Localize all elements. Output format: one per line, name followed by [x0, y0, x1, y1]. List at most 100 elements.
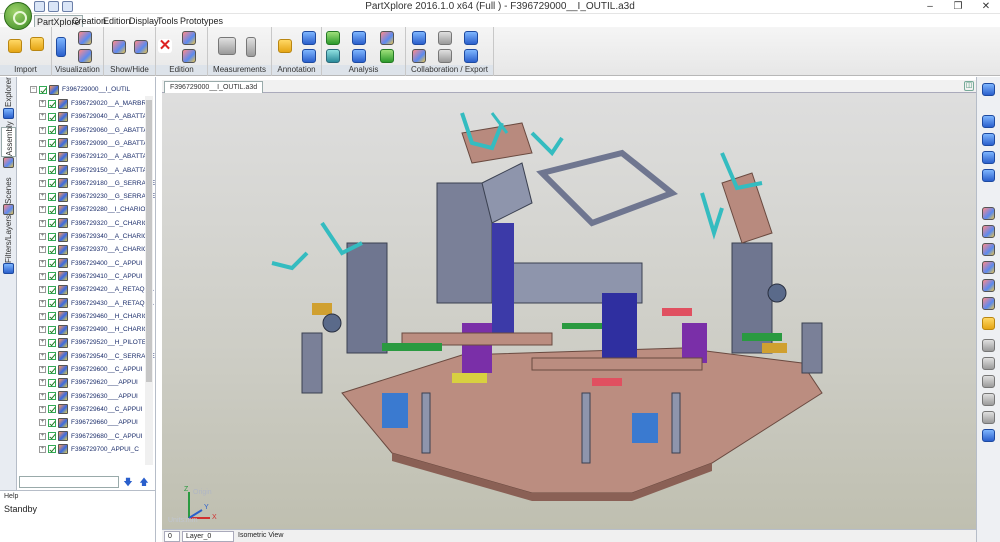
visibility-checkbox[interactable] [48, 272, 56, 281]
expand-icon[interactable]: + [39, 179, 46, 187]
expand-icon[interactable]: + [39, 233, 46, 240]
expand-icon[interactable]: + [39, 339, 46, 347]
bottom-view-icon[interactable] [982, 297, 995, 310]
close-button[interactable]: ✕ [972, 0, 1000, 14]
front-view-icon[interactable] [982, 225, 995, 238]
single-viewport-icon[interactable] [982, 339, 995, 352]
measure-angle-icon[interactable] [246, 37, 256, 57]
analysis-section-icon[interactable] [352, 31, 366, 45]
delete-icon[interactable]: ✕ [158, 38, 172, 53]
expand-icon[interactable]: + [39, 126, 46, 134]
maximize-button[interactable]: ❐ [944, 0, 972, 14]
tab-scenes[interactable]: Scenes [1, 177, 16, 204]
expand-icon[interactable]: + [39, 392, 46, 400]
expand-icon[interactable]: + [39, 139, 46, 147]
visibility-checkbox[interactable] [48, 219, 56, 228]
visibility-checkbox[interactable] [48, 365, 56, 374]
save-as-icon[interactable] [464, 31, 478, 45]
render-mode-icon[interactable] [56, 37, 66, 57]
3d-viewport[interactable]: Origin Z Y X Units:mm [162, 93, 976, 529]
expand-icon[interactable]: + [39, 166, 46, 174]
visibility-checkbox[interactable] [48, 352, 56, 361]
document-options-icon[interactable]: ◫ [964, 81, 974, 91]
visibility-checkbox[interactable] [48, 166, 56, 174]
visibility-checkbox[interactable] [48, 112, 56, 121]
visibility-checkbox[interactable] [48, 312, 56, 321]
tree-scrollbar[interactable] [145, 96, 153, 465]
publish-icon[interactable] [412, 49, 426, 63]
annotation-icon[interactable] [278, 39, 292, 53]
scrollbar-thumb[interactable] [146, 100, 152, 382]
visibility-checkbox[interactable] [48, 259, 56, 268]
expand-icon[interactable]: + [39, 379, 46, 387]
zoom-all-icon[interactable] [982, 429, 995, 442]
four-viewports-icon[interactable] [982, 393, 995, 406]
visibility-checkbox[interactable] [48, 418, 56, 427]
visibility-checkbox[interactable] [48, 299, 56, 307]
transform-icon[interactable] [182, 31, 196, 45]
zoom-out-icon[interactable] [982, 133, 995, 146]
expand-icon[interactable]: + [39, 445, 46, 453]
tab-explorer[interactable]: Explorer [1, 77, 16, 107]
export-icon[interactable] [412, 31, 426, 45]
move-part-icon[interactable] [182, 49, 196, 63]
visibility-checkbox[interactable] [48, 432, 56, 440]
expand-icon[interactable]: + [39, 153, 46, 161]
visibility-checkbox[interactable] [48, 205, 56, 214]
display-cube-icon[interactable] [78, 31, 92, 45]
top-view-icon[interactable] [982, 243, 995, 256]
app-logo-icon[interactable] [4, 2, 32, 30]
assembly-model-render[interactable] [162, 93, 976, 529]
expand-icon[interactable]: + [39, 206, 46, 214]
visibility-checkbox[interactable] [48, 126, 56, 135]
analysis-draft-icon[interactable] [352, 49, 366, 63]
hide-part-icon[interactable] [134, 40, 148, 54]
tab-prototypes[interactable]: Prototypes [178, 15, 225, 27]
zoom-in-icon[interactable] [982, 115, 995, 128]
expand-icon[interactable]: + [39, 405, 46, 413]
visibility-checkbox[interactable] [48, 192, 56, 201]
visibility-checkbox[interactable] [48, 152, 56, 161]
text-note-icon[interactable] [302, 49, 316, 63]
visibility-checkbox[interactable] [48, 99, 56, 108]
measure-distance-icon[interactable] [218, 37, 236, 55]
visibility-checkbox[interactable] [48, 232, 56, 241]
visibility-checkbox[interactable] [48, 405, 56, 414]
analysis-properties-icon[interactable] [380, 31, 394, 45]
document-tab[interactable]: F396729000__I_OUTIL.a3d [164, 81, 264, 93]
visibility-checkbox[interactable] [48, 445, 56, 454]
expand-icon[interactable]: + [39, 246, 46, 254]
open-file-icon[interactable] [8, 39, 22, 53]
visibility-checkbox[interactable] [48, 245, 56, 254]
expand-icon[interactable]: + [39, 193, 46, 201]
expand-icon[interactable]: + [39, 299, 46, 307]
visibility-checkbox[interactable] [48, 378, 56, 387]
layer-select[interactable]: Layer_0 [182, 531, 234, 542]
visibility-checkbox[interactable] [48, 325, 56, 334]
analysis-thickness-icon[interactable] [326, 49, 340, 63]
fit-view-icon[interactable] [982, 83, 995, 96]
tab-filters-layers[interactable]: Filters/Layers [1, 215, 16, 263]
expand-icon[interactable]: + [39, 352, 46, 360]
tab-assembly[interactable]: Assembly [1, 121, 16, 157]
expand-icon[interactable]: + [39, 326, 46, 334]
visibility-checkbox[interactable] [48, 139, 56, 148]
expand-icon[interactable]: + [39, 312, 46, 320]
color-fill-icon[interactable] [78, 49, 92, 63]
rotate-view-icon[interactable] [982, 317, 995, 330]
visibility-checkbox[interactable] [39, 85, 47, 94]
visibility-checkbox[interactable] [48, 392, 56, 401]
visibility-checkbox[interactable] [48, 338, 56, 347]
collapse-icon[interactable]: − [30, 86, 37, 93]
selection-count-field[interactable]: 0 [164, 531, 180, 542]
import-folder-icon[interactable] [30, 37, 44, 51]
visibility-checkbox[interactable] [48, 179, 56, 188]
tree-root[interactable]: − F396729000__I_OUTIL [30, 83, 160, 96]
screenshot-icon[interactable] [438, 49, 452, 63]
zoom-previous-icon[interactable] [982, 169, 995, 182]
analysis-compare-icon[interactable] [326, 31, 340, 45]
send-mail-icon[interactable] [464, 49, 478, 63]
search-next-icon[interactable]: 🡇 [123, 476, 133, 488]
expand-icon[interactable]: + [39, 100, 46, 107]
right-view-icon[interactable] [982, 261, 995, 274]
